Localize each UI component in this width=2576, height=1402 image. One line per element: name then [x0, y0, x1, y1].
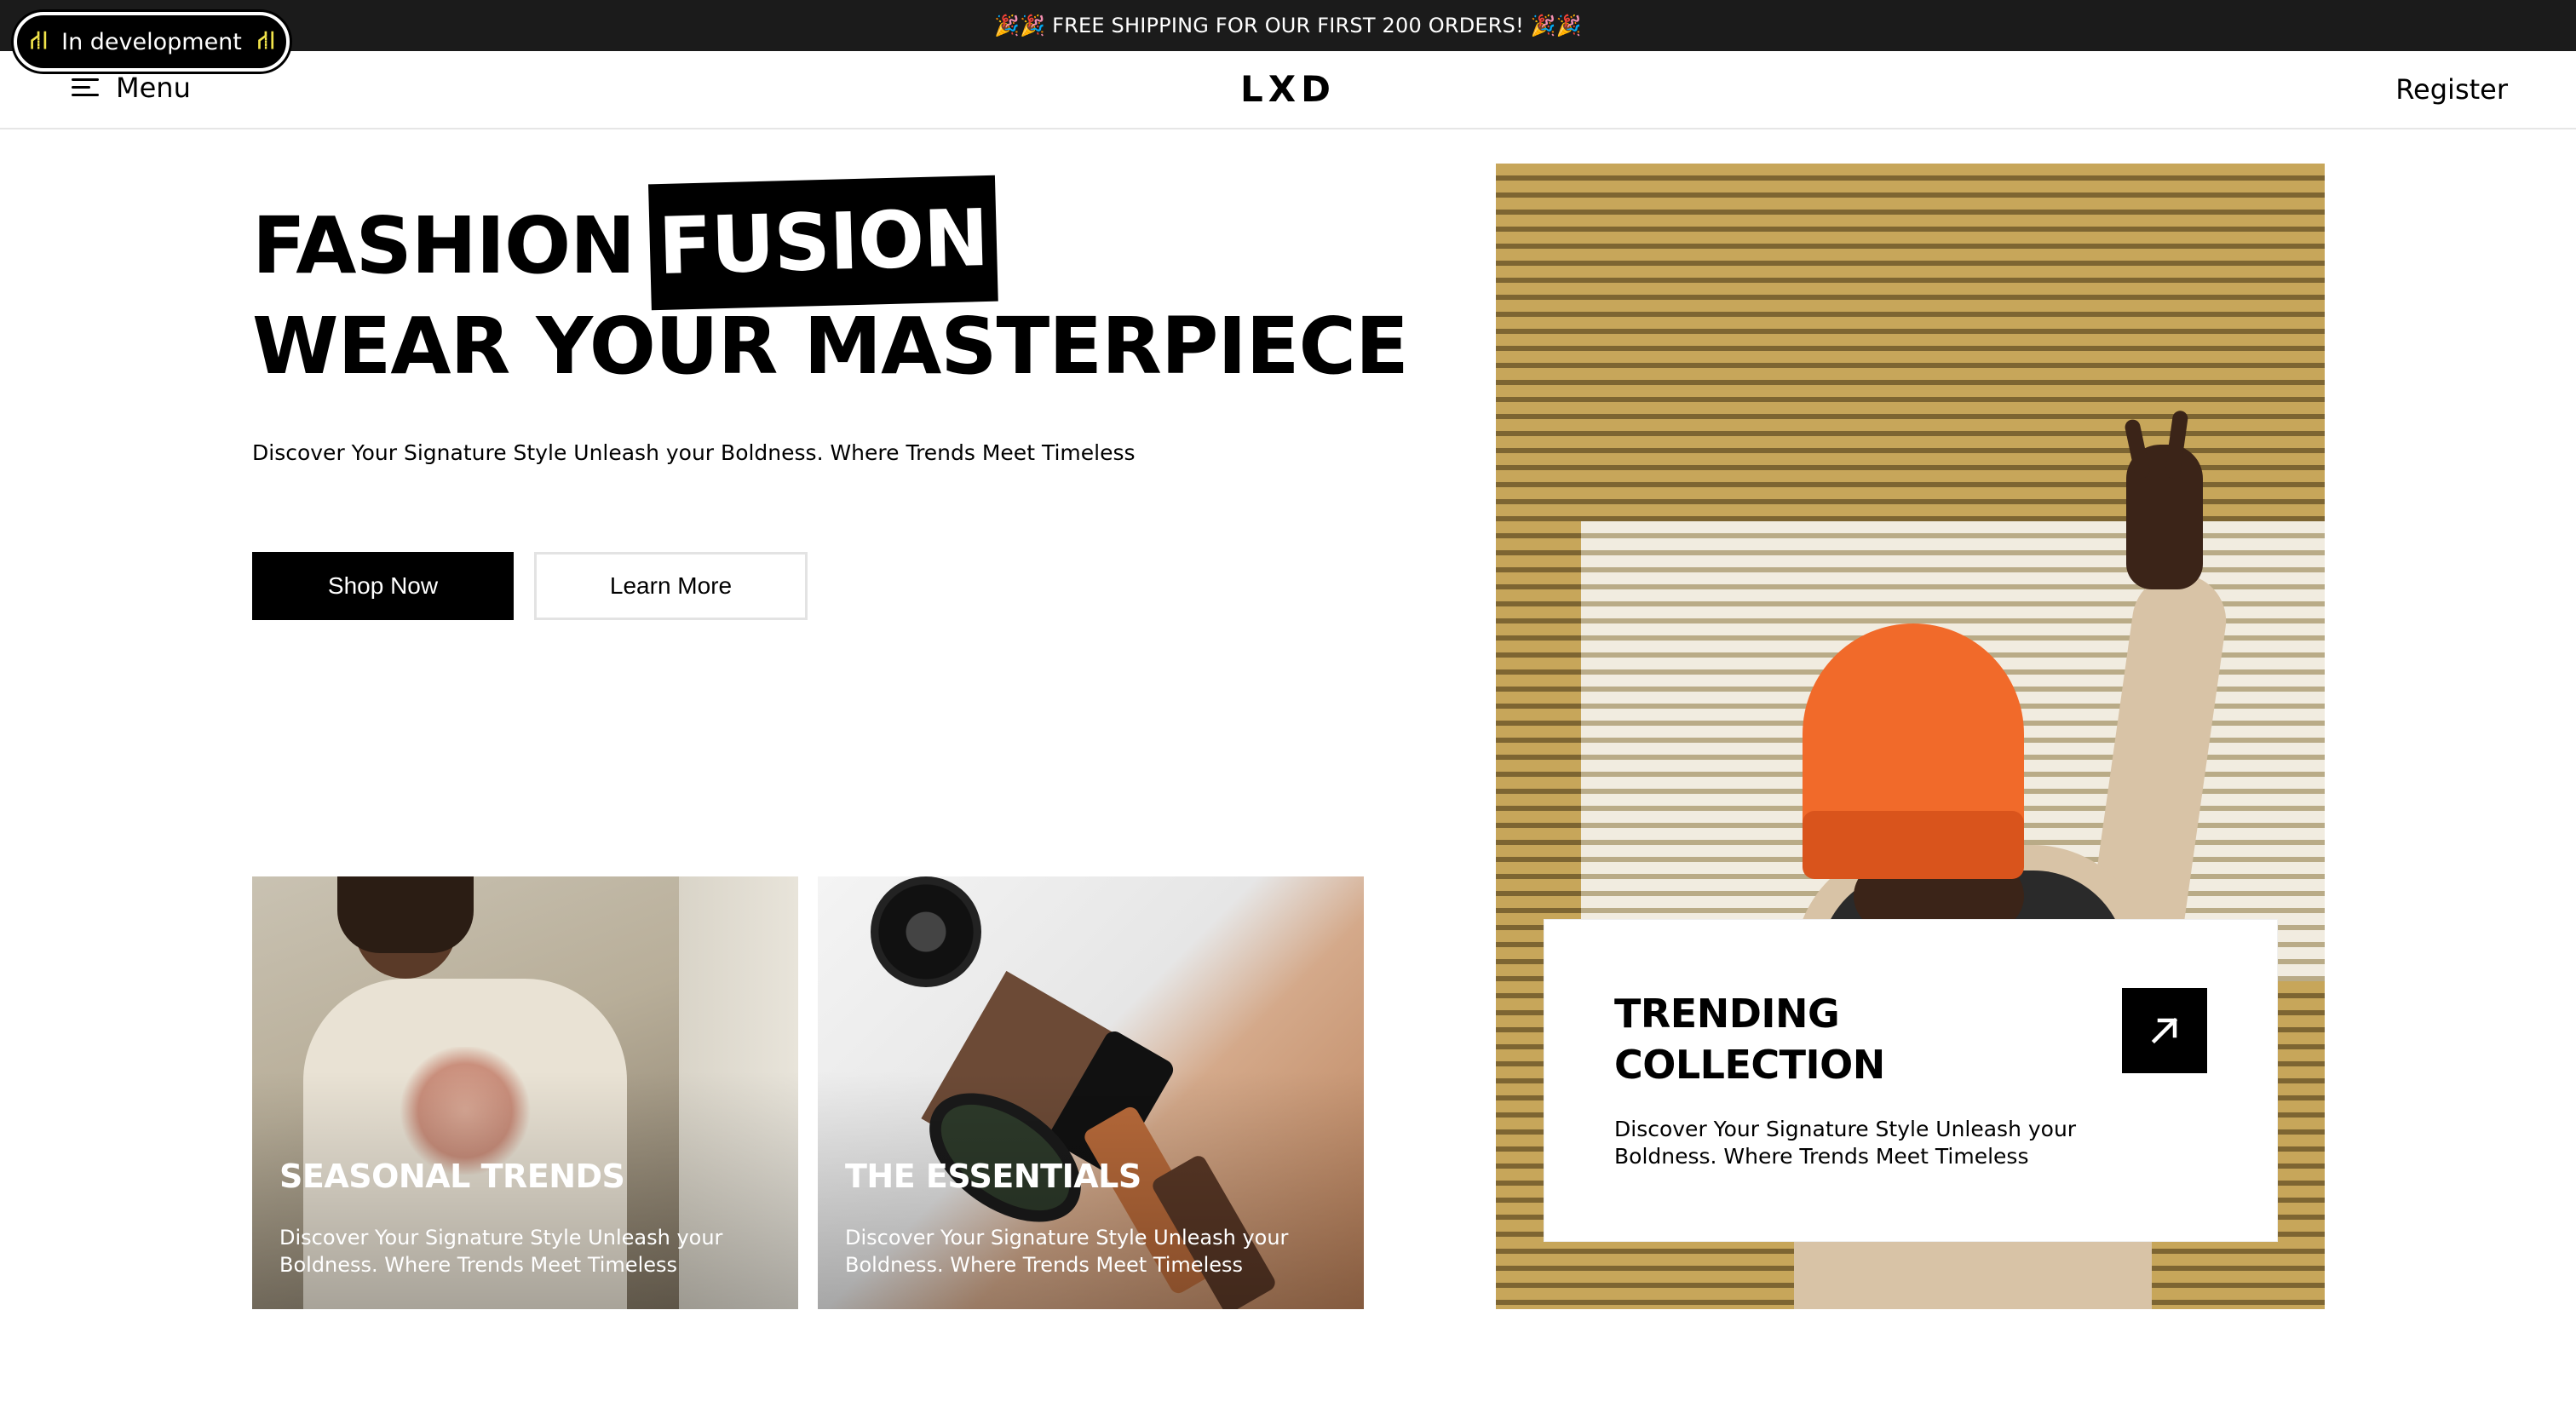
- site-logo[interactable]: LXD: [0, 68, 2576, 110]
- shop-now-button[interactable]: Shop Now: [252, 552, 514, 620]
- announcement-bar: 🎉🎉 FREE SHIPPING FOR OUR FIRST 200 ORDER…: [0, 0, 2576, 51]
- seasonal-trends-card[interactable]: SEASONAL TRENDS Discover Your Signature …: [252, 876, 798, 1309]
- camera-lens-image: [871, 876, 981, 987]
- hero-title: FASHION FUSION WEAR YOUR MASTERPIECE: [252, 175, 1409, 397]
- card-photo-print: [397, 1047, 533, 1175]
- hero-title-line2: WEAR YOUR MASTERPIECE: [252, 301, 1409, 392]
- phone-image: [1046, 1027, 1177, 1177]
- trending-description: Discover Your Signature Style Unleash yo…: [1614, 1117, 2077, 1169]
- arrow-up-right-icon: [2151, 1017, 2178, 1044]
- hero-subtitle: Discover Your Signature Style Unleash yo…: [252, 440, 1136, 465]
- announcement-text: 🎉🎉 FREE SHIPPING FOR OUR FIRST 200 ORDER…: [994, 14, 1582, 37]
- card-description: Discover Your Signature Style Unleash yo…: [845, 1226, 1289, 1277]
- card-photo-hair: [337, 876, 474, 953]
- register-link[interactable]: Register: [2395, 73, 2508, 106]
- hero-image-beanie-cuff: [1803, 811, 2024, 879]
- learn-more-button[interactable]: Learn More: [534, 552, 808, 620]
- site-header: Menu LXD Register: [0, 51, 2576, 129]
- trending-title-line1: TRENDING: [1614, 991, 1840, 1037]
- hero-title-highlight: FUSION: [648, 175, 999, 311]
- hero-title-word: FASHION: [252, 200, 635, 291]
- dev-badge: ⛙ In development ⛙: [14, 12, 290, 72]
- trending-collection-card[interactable]: TRENDING COLLECTION Discover Your Signat…: [1544, 920, 2277, 1241]
- card-photo-person: [354, 876, 457, 979]
- trending-title: TRENDING COLLECTION: [1614, 988, 1885, 1090]
- trending-arrow-button[interactable]: [2122, 988, 2207, 1073]
- trending-title-line2: COLLECTION: [1614, 1042, 1885, 1088]
- card-title: THE ESSENTIALS: [845, 1158, 1141, 1195]
- roadblock-icon: ⛙: [30, 25, 48, 55]
- card-description: Discover Your Signature Style Unleash yo…: [279, 1226, 723, 1277]
- dev-badge-label: In development: [61, 28, 242, 55]
- card-title: SEASONAL TRENDS: [279, 1158, 625, 1195]
- essentials-card[interactable]: THE ESSENTIALS Discover Your Signature S…: [818, 876, 1364, 1309]
- roadblock-icon: ⛙: [256, 25, 275, 55]
